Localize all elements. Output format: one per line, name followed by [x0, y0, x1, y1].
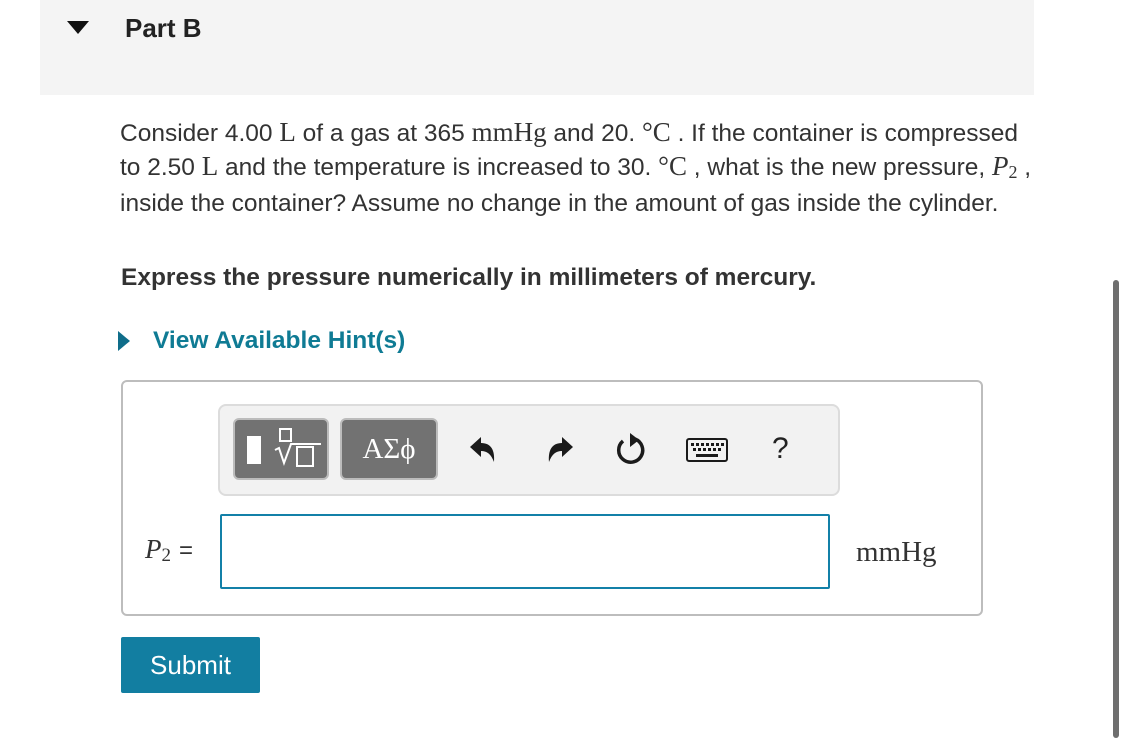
reset-icon[interactable] — [613, 432, 649, 468]
view-hints-link[interactable]: View Available Hint(s) — [118, 326, 405, 356]
undo-icon[interactable] — [465, 432, 501, 468]
variable-label: P2 = — [145, 534, 194, 566]
collapse-arrow-icon[interactable] — [67, 21, 89, 34]
answer-input[interactable] — [220, 514, 830, 589]
keyboard-icon[interactable] — [686, 432, 728, 468]
help-button[interactable]: ? — [772, 432, 789, 466]
scrollbar[interactable] — [1113, 280, 1119, 738]
redo-icon[interactable] — [542, 432, 578, 468]
greek-label: ΑΣϕ — [362, 433, 416, 465]
instruction-text: Express the pressure numerically in mill… — [121, 264, 817, 291]
templates-icon — [247, 428, 321, 467]
greek-symbols-button[interactable]: ΑΣϕ — [340, 418, 438, 480]
hint-label[interactable]: View Available Hint(s) — [153, 327, 405, 355]
part-title: Part B — [125, 13, 202, 43]
math-toolbar: ΑΣϕ ? — [218, 404, 840, 496]
templates-button[interactable] — [233, 418, 329, 480]
expand-arrow-icon[interactable] — [118, 331, 130, 351]
submit-button[interactable]: Submit — [121, 637, 260, 693]
question-text: Consider 4.00 L of a gas at 365 mmHg and… — [120, 117, 1032, 217]
unit-label: mmHg — [856, 536, 937, 568]
